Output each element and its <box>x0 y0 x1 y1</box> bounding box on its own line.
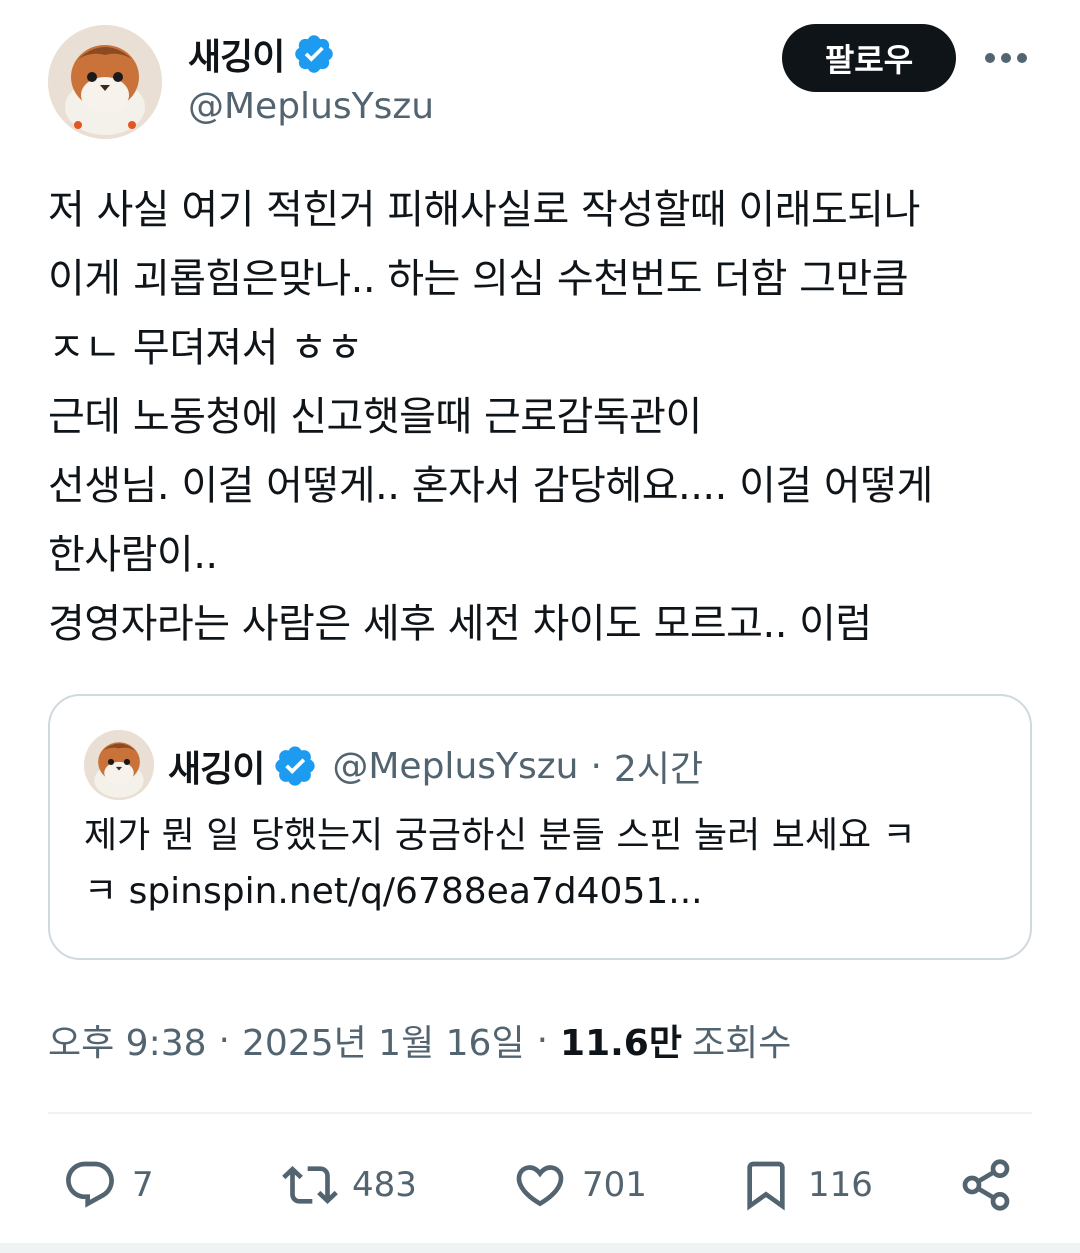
author-display-name[interactable]: 새깅이 <box>188 28 285 80</box>
tweet-text-line: 선생님. 이걸 어떻게.. 혼자서 감당헤요.... 이걸 어떻게 <box>48 463 933 509</box>
separator-dot: · <box>590 745 602 787</box>
tweet-text-line: 경영자라는 사람은 세후 세전 차이도 모르고.. 이럼 <box>48 601 872 647</box>
quoted-tweet-text-line: 제가 뭔 일 당했는지 궁금하신 분들 스핀 눌러 보세요 ㅋ <box>84 815 916 856</box>
quoted-author-avatar <box>84 730 154 800</box>
like-count: 701 <box>582 1165 647 1205</box>
reply-count: 7 <box>132 1165 154 1205</box>
tweet-text-line: 한사람이.. <box>48 532 218 578</box>
views-count[interactable]: 11.6만 <box>560 1014 682 1066</box>
reply-icon <box>66 1161 114 1208</box>
quoted-tweet-card[interactable]: 새깅이 @MeplusYszu · 2시간 제가 뭔 일 당했는지 궁금하신 분… <box>48 694 1032 960</box>
share-icon <box>962 1159 1010 1211</box>
follow-button[interactable]: 팔로우 <box>782 24 956 92</box>
author-avatar[interactable] <box>48 25 162 139</box>
reply-button[interactable]: 7 <box>62 1148 154 1222</box>
more-horizontal-icon <box>985 53 1027 63</box>
views-label: 조회수 <box>691 1023 792 1064</box>
more-button[interactable] <box>980 34 1032 82</box>
quoted-tweet-header: 새깅이 @MeplusYszu · 2시간 <box>168 738 703 794</box>
bookmark-count: 116 <box>808 1165 873 1205</box>
tweet-meta: 오후 9:38 · 2025년 1월 16일 · 11.6만 조회수 <box>48 1012 791 1068</box>
retweet-icon <box>282 1166 338 1204</box>
quoted-tweet-text-line: ㅋ spinspin.net/q/6788ea7d4051... <box>84 871 703 912</box>
share-button[interactable] <box>958 1148 1014 1222</box>
author-name-row[interactable]: 새깅이 <box>188 30 336 78</box>
quoted-author-handle: @MeplusYszu <box>332 745 579 787</box>
author-handle[interactable]: @MeplusYszu <box>188 86 434 127</box>
tweet-date[interactable]: 2025년 1월 16일 <box>242 1014 525 1066</box>
separator-dot: · <box>218 1019 230 1061</box>
plush-bird-avatar-icon <box>48 25 162 139</box>
tweet-text-line: 이게 괴롭힘은맞나.. 하는 의심 수천번도 더함 그만큼 <box>48 256 909 302</box>
heart-icon <box>516 1165 564 1207</box>
retweet-button[interactable]: 483 <box>282 1148 417 1222</box>
quoted-tweet-text: 제가 뭔 일 당했는지 궁금하신 분들 스핀 눌러 보세요 ㅋ ㅋ spinsp… <box>84 808 1004 920</box>
like-button[interactable]: 701 <box>512 1148 647 1222</box>
divider <box>48 1112 1032 1114</box>
retweet-count: 483 <box>352 1165 417 1205</box>
separator-dot: · <box>536 1019 549 1061</box>
tweet-text: 저 사실 여기 적힌거 피해사실로 작성할때 이래도되나 이게 괴롭힘은맞나..… <box>48 176 1038 659</box>
tweet-text-line: ㅈㄴ 무뎌져서 ㅎㅎ <box>48 325 363 371</box>
bookmark-button[interactable]: 116 <box>738 1148 873 1222</box>
verified-badge-icon <box>295 35 334 73</box>
bookmark-icon <box>747 1161 785 1211</box>
tweet-actions: 7 483 701 116 <box>48 1148 1032 1222</box>
bottom-divider <box>0 1243 1080 1253</box>
plush-bird-avatar-icon <box>84 730 154 800</box>
verified-badge-icon <box>275 746 316 786</box>
tweet-header: 새깅이 @MeplusYszu 팔로우 <box>48 24 1032 144</box>
quoted-tweet-time: 2시간 <box>613 749 704 790</box>
tweet-text-line: 저 사실 여기 적힌거 피해사실로 작성할때 이래도되나 <box>48 187 920 233</box>
quoted-author-name: 새깅이 <box>168 749 265 790</box>
tweet-text-line: 근데 노동청에 신고햇을때 근로감독관이 <box>48 394 702 440</box>
tweet-time[interactable]: 오후 9:38 <box>48 1014 207 1066</box>
